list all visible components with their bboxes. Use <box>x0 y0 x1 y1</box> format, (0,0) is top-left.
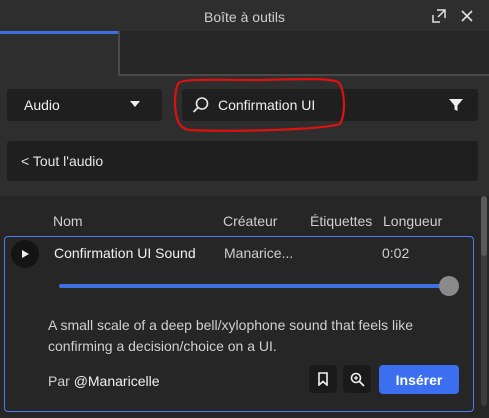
title-bar: Boîte à outils <box>0 0 489 34</box>
scrollbar[interactable] <box>481 196 487 406</box>
window-title: Boîte à outils <box>204 9 285 25</box>
author-link[interactable]: @Manaricelle <box>74 373 160 389</box>
item-description: A small scale of a deep bell/xylophone s… <box>48 317 414 354</box>
search-icon <box>192 96 210 114</box>
list-item[interactable]: Confirmation UI Sound Manarice... 0:02 A… <box>4 236 474 412</box>
item-creator[interactable]: Manarice... <box>224 245 293 261</box>
chevron-down-icon <box>130 101 140 107</box>
column-header-tags[interactable]: Étiquettes <box>310 213 372 229</box>
playback-slider[interactable] <box>59 284 451 288</box>
results-list: Nom Créateur Étiquettes Longueur Confirm… <box>0 196 489 418</box>
filter-controls: Audio < Tout l'audio <box>0 76 489 196</box>
close-icon[interactable] <box>459 8 475 24</box>
column-header-length[interactable]: Longueur <box>383 213 442 229</box>
author-line: Par @Manaricelle <box>48 373 160 389</box>
playback-slider-handle[interactable] <box>439 276 459 296</box>
back-label: < Tout l'audio <box>21 153 104 169</box>
float-icon[interactable] <box>431 8 447 24</box>
category-dropdown[interactable]: Audio <box>7 89 162 121</box>
insert-button[interactable]: Insérer <box>379 365 459 394</box>
search-bar[interactable] <box>182 89 478 121</box>
filter-icon[interactable] <box>448 97 464 113</box>
item-name: Confirmation UI Sound <box>54 245 196 261</box>
tab-inactive[interactable] <box>118 31 489 76</box>
column-header-name[interactable]: Nom <box>53 213 83 229</box>
author-prefix: Par <box>48 373 70 389</box>
play-icon[interactable] <box>11 240 39 268</box>
category-selected: Audio <box>24 97 60 113</box>
item-length: 0:02 <box>382 245 410 261</box>
tab-strip <box>0 31 489 76</box>
column-header-creator[interactable]: Créateur <box>223 213 277 229</box>
zoom-icon[interactable] <box>343 365 371 393</box>
window-controls <box>431 8 475 24</box>
bookmark-icon[interactable] <box>309 365 337 393</box>
tab-active[interactable] <box>0 31 118 76</box>
scrollbar-thumb[interactable] <box>481 196 487 256</box>
search-input[interactable] <box>218 97 438 113</box>
back-to-all-audio[interactable]: < Tout l'audio <box>7 141 478 181</box>
column-headers: Nom Créateur Étiquettes Longueur <box>0 213 480 231</box>
